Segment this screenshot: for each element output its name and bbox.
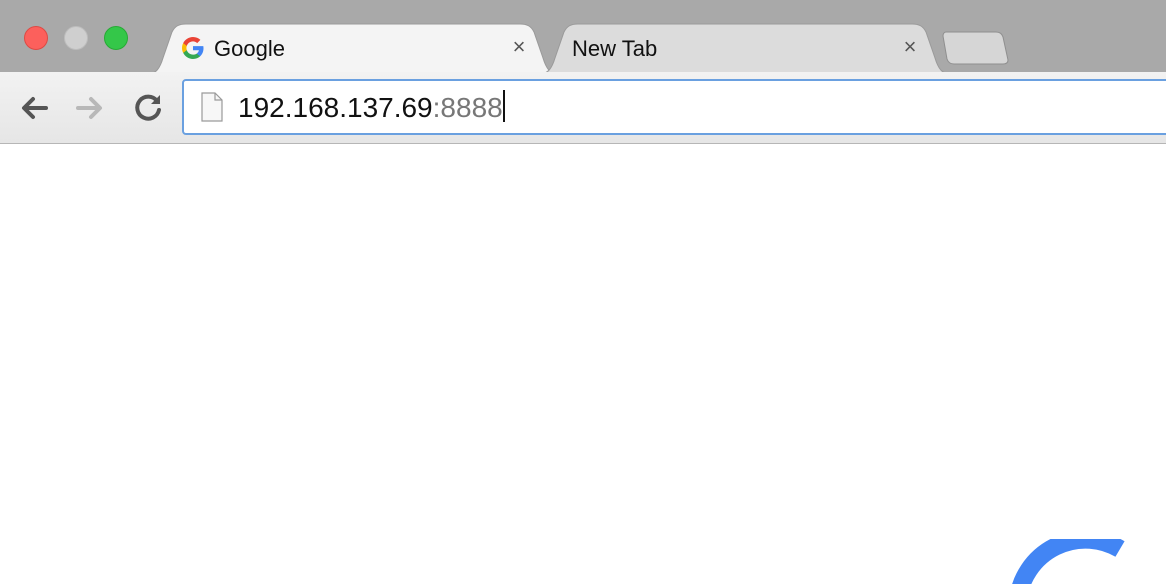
url-port: :8888 xyxy=(432,92,503,123)
tab-google[interactable]: Google × xyxy=(148,0,558,74)
arrow-left-icon[interactable] xyxy=(16,90,52,126)
tab-strip: Google × New Tab × xyxy=(0,0,1166,74)
page-content xyxy=(0,144,1166,584)
url-host: 192.168.137.69 xyxy=(238,92,433,123)
browser-window: Google × New Tab × 192.168.137.69:8888 xyxy=(0,0,1166,584)
toolbar: 192.168.137.69:8888 xyxy=(0,72,1166,144)
url-text[interactable]: 192.168.137.69:8888 xyxy=(238,90,505,126)
loading-spinner-icon xyxy=(1012,539,1125,584)
google-g-icon xyxy=(182,37,204,59)
reload-icon[interactable] xyxy=(130,90,166,126)
tab-close-icon[interactable]: × xyxy=(898,36,922,58)
text-caret xyxy=(502,90,505,122)
tab-new-tab[interactable]: New Tab × xyxy=(540,0,950,74)
tab-label: New Tab xyxy=(572,36,658,61)
window-close-button[interactable] xyxy=(24,26,48,50)
window-minimize-button[interactable] xyxy=(64,26,88,50)
page-icon xyxy=(201,92,223,122)
window-maximize-button[interactable] xyxy=(104,26,128,50)
arrow-right-icon[interactable] xyxy=(72,90,108,126)
tab-close-icon[interactable]: × xyxy=(507,36,531,58)
tab-label: Google xyxy=(214,36,285,61)
address-bar[interactable]: 192.168.137.69:8888 xyxy=(182,79,1166,135)
new-tab-button[interactable] xyxy=(942,30,1010,66)
tab-shape xyxy=(148,23,558,74)
